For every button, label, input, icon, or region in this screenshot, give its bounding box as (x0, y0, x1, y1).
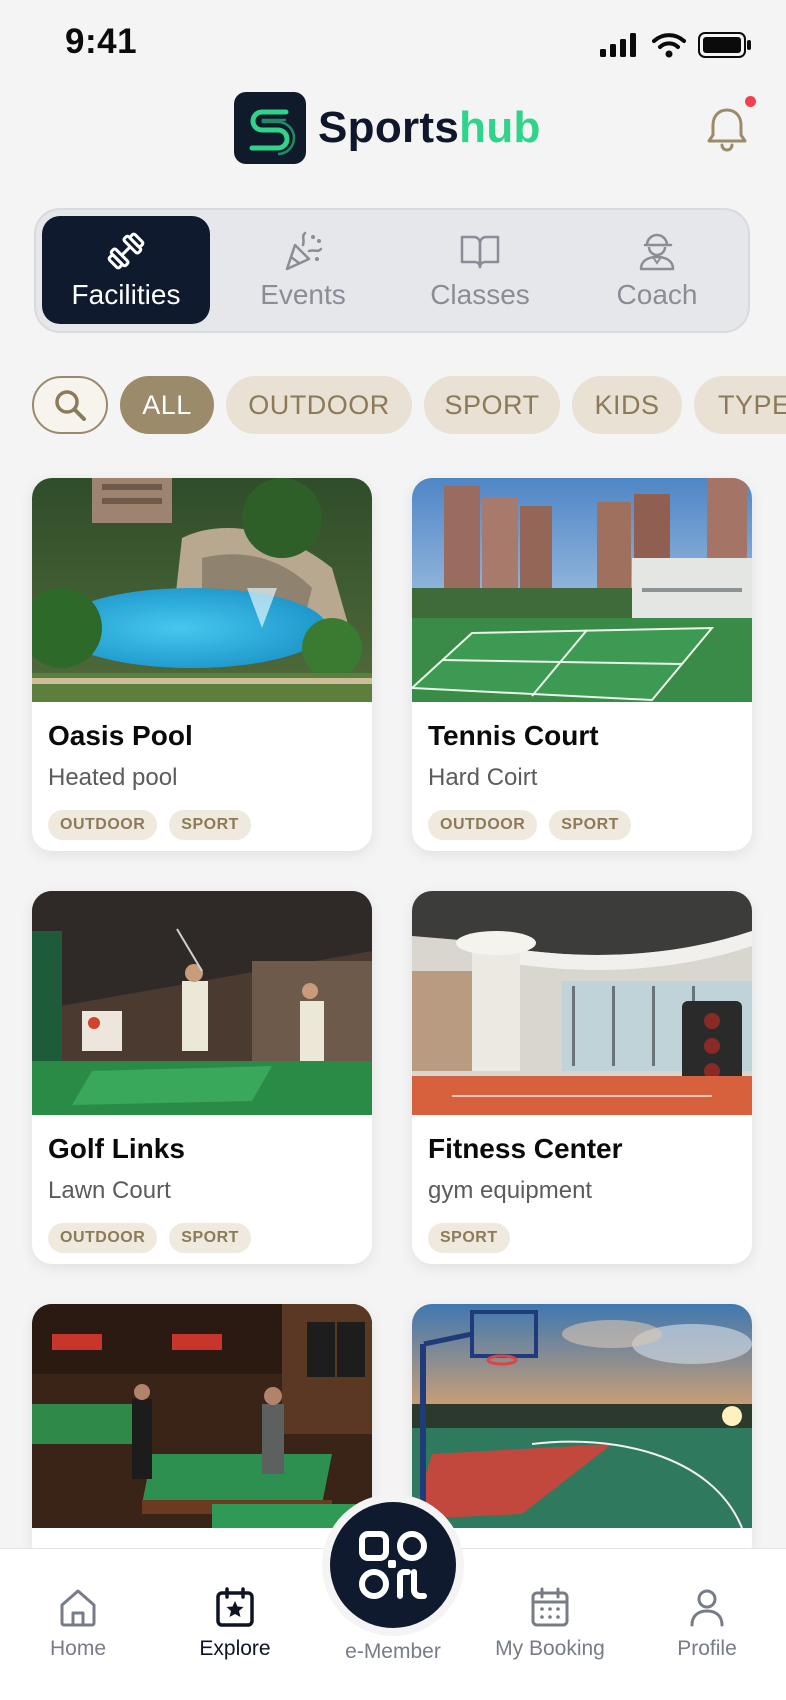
book-icon (460, 235, 500, 269)
facility-card-tennis-court[interactable]: Tennis Court Hard Coirt OUTDOOR SPORT (412, 478, 752, 851)
status-icons (600, 32, 752, 58)
chip-kids[interactable]: KIDS (572, 376, 682, 434)
facility-card-basketball[interactable] (412, 1304, 752, 1564)
home-icon (60, 1589, 96, 1627)
card-title: Golf Links (48, 1133, 185, 1164)
facility-card-golf-links[interactable]: Golf Links Lawn Court OUTDOOR SPORT (32, 891, 372, 1264)
wifi-icon (652, 33, 686, 58)
nav-my-booking[interactable]: My Booking (485, 1585, 615, 1661)
card-tags: OUTDOOR SPORT (428, 810, 736, 840)
explore-icon (216, 1587, 254, 1627)
tag-sport: SPORT (428, 1223, 510, 1253)
card-subtitle: Lawn Court (48, 1177, 171, 1204)
tab-facilities-label: Facilities (71, 279, 181, 310)
status-bar: 9:41 (0, 0, 786, 90)
filter-chips: ALL OUTDOOR SPORT KIDS TYPE (32, 376, 786, 434)
emember-button[interactable] (322, 1494, 464, 1636)
nav-explore[interactable]: Explore (170, 1585, 300, 1661)
card-tags: OUTDOOR SPORT (48, 1223, 356, 1253)
nav-profile-label: Profile (677, 1637, 737, 1660)
logo-mark-icon (234, 92, 306, 164)
search-button[interactable] (32, 376, 108, 434)
nav-my-booking-label: My Booking (495, 1637, 605, 1660)
profile-icon (690, 1589, 724, 1627)
tab-coach[interactable]: Coach (573, 216, 741, 324)
tag-outdoor: OUTDOOR (428, 810, 538, 840)
party-popper-icon (285, 231, 323, 271)
logo-text-hub: hub (459, 103, 541, 152)
tab-events-label: Events (260, 279, 346, 310)
status-time: 9:41 (65, 22, 138, 61)
card-subtitle: Hard Coirt (428, 764, 538, 791)
golf-photo (32, 891, 372, 1115)
search-icon (55, 390, 86, 421)
basketball-photo (412, 1304, 752, 1528)
notification-dot (745, 96, 756, 107)
facility-card-oasis-pool[interactable]: Oasis Pool Heated pool OUTDOOR SPORT (32, 478, 372, 851)
tag-sport: SPORT (169, 810, 251, 840)
tab-classes-label: Classes (430, 279, 530, 310)
tag-outdoor: OUTDOOR (48, 1223, 158, 1253)
emember-button-inner (330, 1502, 456, 1628)
nav-profile[interactable]: Profile (642, 1585, 772, 1661)
chip-all[interactable]: ALL (120, 376, 214, 434)
tab-events[interactable]: Events (219, 216, 387, 324)
category-tabs: Facilities Events Classes Coach (34, 208, 750, 333)
tab-classes[interactable]: Classes (396, 216, 564, 324)
app-header: Sportshub (0, 88, 786, 188)
card-tags: SPORT (428, 1223, 736, 1253)
chip-sport[interactable]: SPORT (424, 376, 560, 434)
tag-sport: SPORT (169, 1223, 251, 1253)
card-title: Tennis Court (428, 720, 599, 751)
emember-label: e-Member (345, 1640, 441, 1663)
sportshub-logo: Sportshub (234, 92, 541, 164)
facility-card-billiards[interactable] (32, 1304, 372, 1564)
tab-facilities[interactable]: Facilities (42, 216, 210, 324)
card-tags: OUTDOOR SPORT (48, 810, 356, 840)
nav-home-label: Home (49, 1637, 107, 1660)
chip-type[interactable]: TYPE (694, 376, 786, 434)
calendar-icon (531, 1587, 569, 1627)
card-title: Oasis Pool (48, 720, 193, 751)
card-subtitle: Heated pool (48, 764, 178, 791)
tab-coach-label: Coach (616, 279, 698, 310)
gym-photo (412, 891, 752, 1115)
chip-outdoor[interactable]: OUTDOOR (226, 376, 412, 434)
card-title: Fitness Center (428, 1133, 623, 1164)
card-subtitle: gym equipment (428, 1177, 593, 1204)
facility-card-fitness-center[interactable]: Fitness Center gym equipment SPORT (412, 891, 752, 1264)
nav-home[interactable]: Home (13, 1585, 143, 1661)
logo-text-sports: Sports (318, 103, 460, 152)
nav-explore-label: Explore (199, 1637, 271, 1660)
cellular-signal-icon (600, 33, 636, 57)
tag-outdoor: OUTDOOR (48, 810, 158, 840)
pool-photo (32, 478, 372, 702)
qr-code-icon (359, 1531, 427, 1599)
logo-text: Sportshub (318, 103, 541, 153)
billiards-photo (32, 1304, 372, 1528)
notification-bell-icon[interactable] (700, 102, 754, 156)
coach-icon (639, 233, 675, 271)
tennis-photo (412, 478, 752, 702)
tag-sport: SPORT (549, 810, 631, 840)
battery-icon (698, 32, 751, 58)
dumbbell-icon (107, 232, 145, 270)
